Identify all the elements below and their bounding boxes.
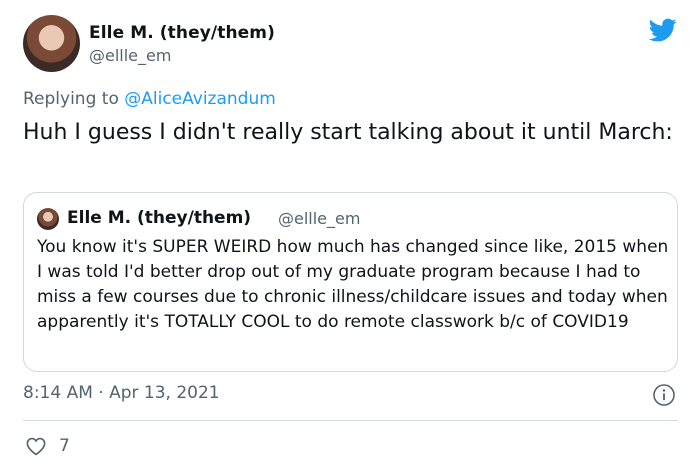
- replying-prefix: Replying to: [23, 89, 125, 109]
- author-display-name[interactable]: Elle M. (they/them): [89, 23, 275, 43]
- twitter-bird-icon: [648, 18, 677, 42]
- quoted-avatar: [37, 208, 59, 230]
- quoted-text: You know it's SUPER WEIRD how much has c…: [37, 237, 669, 332]
- author-handle[interactable]: @ellle_em: [89, 46, 171, 65]
- replying-to: Replying to @AliceAvizandum: [23, 89, 276, 109]
- quoted-display-name: Elle M. (they/them): [67, 208, 252, 228]
- tweet-timestamp[interactable]: 8:14 AM · Apr 13, 2021: [23, 383, 220, 403]
- quoted-tweet-card[interactable]: Elle M. (they/them) @ellle_em You know i…: [23, 192, 678, 372]
- author-avatar[interactable]: [23, 15, 80, 72]
- info-icon[interactable]: [652, 383, 676, 407]
- like-count[interactable]: 7: [59, 436, 70, 456]
- heart-icon[interactable]: [25, 436, 47, 456]
- tweet-text: Huh I guess I didn't really start talkin…: [23, 120, 673, 145]
- quoted-handle: @ellle_em: [278, 209, 361, 228]
- divider: [23, 420, 678, 421]
- reply-mention-link[interactable]: @AliceAvizandum: [124, 89, 276, 109]
